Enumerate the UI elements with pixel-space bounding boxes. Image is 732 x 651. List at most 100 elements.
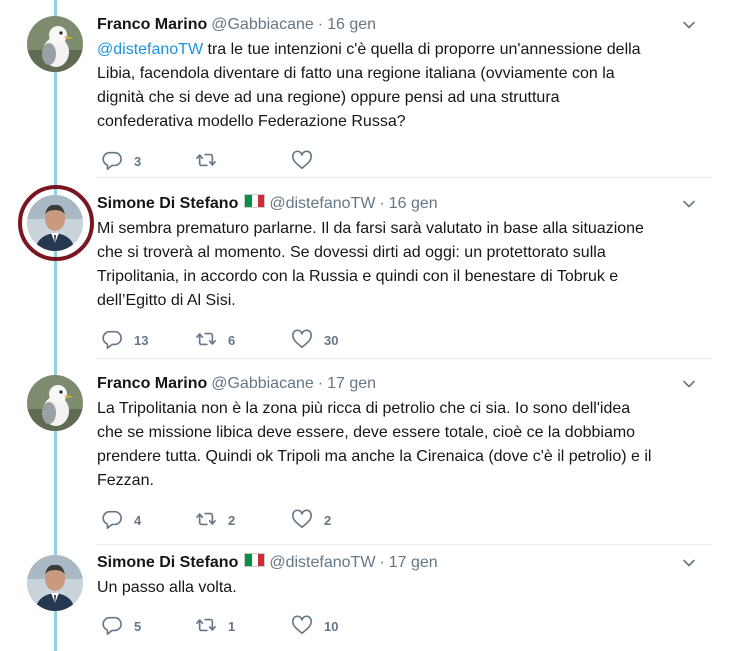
chevron-down-icon[interactable] xyxy=(682,197,696,211)
avatar[interactable] xyxy=(27,16,83,72)
italy-flag-icon xyxy=(244,194,266,208)
like-button[interactable]: 2 xyxy=(291,508,332,532)
reply-button[interactable]: 13 xyxy=(101,329,148,351)
avatar[interactable] xyxy=(27,555,83,611)
heart-icon xyxy=(291,149,313,173)
tweet-header: Simone Di Stefano @distefanoTW · 17 gen xyxy=(97,552,438,574)
tweet-text-line: prendere tutta. Quindi ok Tripoli ma anc… xyxy=(97,445,697,469)
tweet-text-span: che si troverà al momento. Se dovessi di… xyxy=(97,244,606,261)
italy-flag-icon xyxy=(244,553,266,567)
tweet-text-line: La Tripolitania non è la zona più ricca … xyxy=(97,397,697,421)
tweet: Simone Di Stefano @distefanoTW · 16 gen Mi … xyxy=(0,178,732,359)
tweet-text: Mi sembra prematuro parlarne. Il da fars… xyxy=(97,217,697,313)
tweet-text-span: Un passo alla volta. xyxy=(97,579,237,596)
like-count: 30 xyxy=(324,332,339,348)
tweet-header: Simone Di Stefano @distefanoTW · 16 gen xyxy=(97,193,438,215)
avatar[interactable] xyxy=(27,375,83,431)
heart-icon xyxy=(291,614,313,638)
reply-icon xyxy=(101,150,123,173)
person-avatar-icon xyxy=(27,195,83,251)
tweet-text-line: @distefanoTW tra le tue intenzioni c'è q… xyxy=(97,38,697,62)
reply-icon xyxy=(101,509,123,532)
tweet-text-span: Mi sembra prematuro parlarne. Il da fars… xyxy=(97,220,644,237)
author-name[interactable]: Simone Di Stefano xyxy=(97,554,238,571)
chevron-down-icon[interactable] xyxy=(682,377,696,391)
retweet-icon xyxy=(195,615,217,638)
separator-dot: · xyxy=(317,16,324,33)
heart-icon xyxy=(291,328,313,352)
tweet-text-line: dignità che si deve ad una regione) oppu… xyxy=(97,86,697,110)
reply-button[interactable]: 4 xyxy=(101,509,141,531)
author-handle[interactable]: @distefanoTW xyxy=(269,195,375,212)
tweet-text: Un passo alla volta. xyxy=(97,576,697,600)
author-name[interactable]: Franco Marino xyxy=(97,375,207,392)
retweet-button[interactable]: 6 xyxy=(195,329,235,351)
tweet-text-span: tra le tue intenzioni c'è quella di prop… xyxy=(203,41,641,58)
tweet: Franco Marino @Gabbiacane · 16 gen @distefa… xyxy=(0,0,732,178)
retweet-icon xyxy=(195,329,217,352)
tweet-text-span: confederativa modello Federazione Russa? xyxy=(97,113,406,130)
tweet-date[interactable]: 17 gen xyxy=(327,375,376,392)
author-name[interactable]: Simone Di Stefano xyxy=(97,195,238,212)
tweet-date[interactable]: 17 gen xyxy=(389,554,438,571)
tweet-text-line: Tripolitania, in accordo con la Russia e… xyxy=(97,265,697,289)
like-button[interactable]: 30 xyxy=(291,328,339,352)
heart-icon xyxy=(291,508,313,532)
tweet-text-line: confederativa modello Federazione Russa? xyxy=(97,110,697,134)
reply-button[interactable]: 5 xyxy=(101,615,141,637)
separator-dot: · xyxy=(379,554,385,571)
retweet-button[interactable] xyxy=(195,150,228,172)
chevron-down-icon[interactable] xyxy=(682,18,696,32)
reply-count: 3 xyxy=(134,153,142,169)
retweet-button[interactable]: 2 xyxy=(195,509,235,531)
tweet-text-span: Tripolitania, in accordo con la Russia e… xyxy=(97,268,619,285)
tweet-text-span: prendere tutta. Quindi ok Tripoli ma anc… xyxy=(97,448,652,465)
tweet-text: La Tripolitania non è la zona più ricca … xyxy=(97,397,697,493)
retweet-icon xyxy=(195,509,217,532)
tweet-text-line: che si troverà al momento. Se dovessi di… xyxy=(97,241,697,265)
author-name[interactable]: Franco Marino xyxy=(97,16,207,33)
author-handle[interactable]: @Gabbiacane xyxy=(211,16,314,33)
like-button[interactable] xyxy=(291,149,324,173)
avatar[interactable] xyxy=(27,195,83,251)
separator-dot: · xyxy=(379,195,385,212)
tweet-text-line: Un passo alla volta. xyxy=(97,576,697,600)
tweet: Franco Marino @Gabbiacane · 17 gen La Tripo… xyxy=(0,359,732,545)
tweet-text-line: Libia, facendola diventare di fatto una … xyxy=(97,62,697,86)
retweet-count: 1 xyxy=(228,618,236,634)
reply-count: 13 xyxy=(134,332,149,348)
tweet-text-line: che se missione libica deve essere, deve… xyxy=(97,421,697,445)
tweet-date[interactable]: 16 gen xyxy=(327,16,376,33)
separator-dot: · xyxy=(317,375,324,392)
reply-button[interactable]: 3 xyxy=(101,150,141,172)
reply-count: 4 xyxy=(134,512,142,528)
tweet-text-span: che se missione libica deve essere, deve… xyxy=(97,424,636,441)
retweet-count: 2 xyxy=(228,512,236,528)
chevron-down-icon[interactable] xyxy=(682,556,696,570)
like-count: 10 xyxy=(324,618,339,634)
author-handle[interactable]: @Gabbiacane xyxy=(211,375,314,392)
reply-icon xyxy=(101,615,123,638)
tweet-text-line: Mi sembra prematuro parlarne. Il da fars… xyxy=(97,217,697,241)
retweet-count: 6 xyxy=(228,332,236,348)
author-handle[interactable]: @distefanoTW xyxy=(269,554,375,571)
tweet-text-span: Libia, facendola diventare di fatto una … xyxy=(97,65,615,82)
tweet: Simone Di Stefano @distefanoTW · 17 gen Un … xyxy=(0,545,732,651)
retweet-icon xyxy=(195,150,217,173)
like-count: 2 xyxy=(324,512,332,528)
tweet-text-span: Fezzan. xyxy=(97,472,154,489)
tweet-text-line: dell’Egitto di Al Sisi. xyxy=(97,289,697,313)
tweet-text-line: Fezzan. xyxy=(97,469,697,493)
tweet-header: Franco Marino @Gabbiacane · 16 gen xyxy=(97,14,376,36)
tweet-date[interactable]: 16 gen xyxy=(389,195,438,212)
mention-link[interactable]: @distefanoTW xyxy=(97,41,203,58)
like-button[interactable]: 10 xyxy=(291,614,339,638)
tweet-header: Franco Marino @Gabbiacane · 17 gen xyxy=(97,373,376,395)
tweet-text-span: dell’Egitto di Al Sisi. xyxy=(97,292,236,309)
tweet-text: @distefanoTW tra le tue intenzioni c'è q… xyxy=(97,38,697,134)
reply-icon xyxy=(101,329,123,352)
retweet-button[interactable]: 1 xyxy=(195,615,235,637)
reply-count: 5 xyxy=(134,618,142,634)
person-avatar-icon xyxy=(27,555,83,611)
seagull-avatar-icon xyxy=(27,16,83,72)
